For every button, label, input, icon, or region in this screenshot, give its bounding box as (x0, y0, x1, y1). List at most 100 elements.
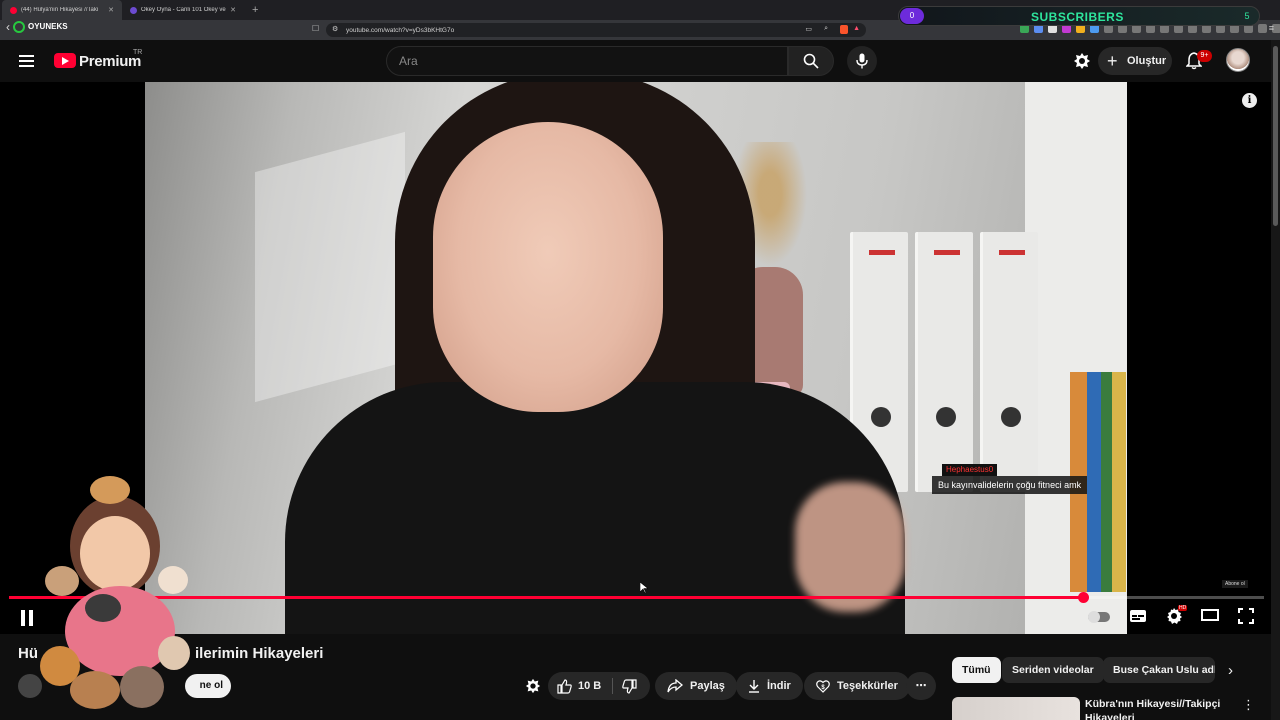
address-bar[interactable]: ⚙ youtube.com/watch?v=yDs3bKHtG7o ▭ ⌕ ▲ (326, 23, 866, 37)
binder (915, 232, 973, 492)
brave-shield-icon[interactable] (840, 25, 848, 34)
tab-close-icon[interactable]: ✕ (230, 6, 236, 14)
mascot-body (65, 586, 175, 676)
logo-mark-icon (13, 21, 25, 33)
chevron-right-icon[interactable]: › (1228, 662, 1233, 679)
like-count[interactable]: 10 B (578, 680, 601, 692)
channel-avatar[interactable] (18, 674, 42, 698)
video-title-end: ilerimin Hikayeleri (195, 645, 324, 662)
presenter-face (433, 122, 663, 412)
notification-count-badge: 9+ (1197, 50, 1212, 62)
recommendation-menu-icon[interactable]: ⋮ (1242, 697, 1255, 713)
dislike-icon[interactable] (622, 679, 637, 694)
autoplay-toggle[interactable] (1088, 611, 1110, 623)
logo-text: OYUNEKS (28, 22, 68, 31)
tab-close-icon[interactable]: ✕ (108, 6, 114, 14)
microphone-icon (856, 53, 868, 69)
video-player[interactable]: i Hephaestus0 Bu kayınvalidelerin çoğu f… (0, 82, 1271, 634)
chip-all[interactable]: Tümü (952, 657, 1001, 683)
video-title-start: Hü (18, 645, 38, 662)
youtube-premium-wordmark[interactable]: Premium (79, 53, 141, 70)
video-frame (145, 82, 1127, 634)
youtube-favicon-icon (10, 6, 17, 14)
like-dislike-group: 10 B (548, 672, 650, 700)
mini-subscribe-badge: Abone ol (1222, 580, 1248, 588)
cat-figure (158, 566, 188, 594)
create-label: Oluştur (1127, 55, 1167, 67)
bookmark-icon[interactable]: ☐ (312, 24, 319, 33)
okey-favicon-icon (130, 6, 137, 14)
youtube-logo-icon[interactable] (54, 53, 76, 68)
page-scrollbar[interactable] (1271, 40, 1280, 720)
subtitles-icon[interactable] (1129, 608, 1147, 624)
chat-message: Bu kayınvalidelerin çoğu fitneci amk (932, 476, 1088, 494)
create-button[interactable]: + Oluştur (1098, 47, 1172, 75)
share-button[interactable]: Paylaş (655, 672, 737, 700)
browser-menu-icon[interactable]: ≡ (1269, 23, 1274, 33)
cat-figure (120, 666, 164, 708)
cat-figure (85, 594, 121, 622)
mouse-cursor-icon (640, 582, 648, 594)
region-code: TR (133, 49, 143, 56)
cat-figure (90, 476, 130, 504)
download-label: İndir (767, 680, 791, 692)
download-icon (749, 680, 759, 693)
binder (980, 232, 1038, 492)
recommendation-title[interactable]: Kübra'nın Hikayesi//Takipçi Hikayeleri (1085, 697, 1225, 720)
chat-username: Hephaestus0 (942, 464, 998, 476)
mascot-face (80, 516, 150, 591)
hd-badge: HD (1178, 605, 1188, 611)
brave-rewards-icon[interactable]: ▲ (853, 25, 860, 32)
tab-label: Okey Oyna - Canlı 101 Okey ve Düz (141, 7, 226, 13)
pause-icon[interactable] (20, 610, 34, 626)
video-title: Hü ilerimin Hikayeleri (18, 645, 323, 662)
theater-mode-icon[interactable] (1201, 608, 1219, 622)
plus-icon: + (1107, 51, 1118, 71)
premium-badge-icon[interactable] (1073, 52, 1091, 70)
subscribe-button[interactable]: ne ol (185, 674, 231, 698)
wall-light-patch (255, 131, 405, 403)
thanks-button[interactable]: $ Teşekkürler (804, 672, 910, 700)
streamer-logo: ‹ OYUNEKS (6, 14, 86, 40)
extension-icon[interactable] (1258, 24, 1267, 33)
super-thanks-icon: $ (816, 680, 830, 693)
back-arrow-icon[interactable]: ‹ (6, 20, 10, 34)
subscriber-goal-bar: 0 SUBSCRIBERS 5 (898, 6, 1260, 26)
voice-search-button[interactable] (847, 46, 877, 76)
download-button[interactable]: İndir (736, 672, 803, 700)
chip-series[interactable]: Seriden videolar (1002, 657, 1104, 683)
install-app-icon[interactable]: ▭ (805, 25, 812, 33)
account-avatar[interactable] (1226, 48, 1250, 72)
like-icon[interactable] (557, 679, 572, 694)
cat-figure (45, 566, 79, 596)
share-icon (667, 679, 683, 693)
address-bar-url: youtube.com/watch?v=yDs3bKHtG7o (346, 26, 455, 34)
more-icon: ⋯ (915, 680, 927, 692)
browser-tab-okey[interactable]: Okey Oyna - Canlı 101 Okey ve Düz ✕ (122, 0, 244, 20)
subscriber-goal-end: 5 (1244, 11, 1250, 21)
youtube-header: Premium TR Ara + Oluştur 9+ (0, 40, 1280, 82)
like-divider (612, 678, 613, 694)
subscriber-goal-start: 0 (900, 8, 924, 24)
tab-label: (44) Hülya'nın Hikayesi //Taki (21, 7, 99, 13)
recommendation-thumbnail[interactable] (952, 697, 1080, 720)
progress-bar[interactable] (9, 592, 1264, 603)
info-icon[interactable]: i (1242, 93, 1257, 108)
thanks-label: Teşekkürler (837, 680, 898, 692)
stream-mascot (40, 476, 190, 710)
more-actions-button[interactable]: ⋯ (906, 672, 936, 700)
search-button[interactable] (788, 46, 834, 76)
new-tab-button[interactable]: + (244, 4, 266, 16)
search-icon (803, 53, 819, 69)
premium-badge-icon[interactable] (525, 678, 541, 694)
fullscreen-icon[interactable] (1238, 608, 1254, 624)
zoom-icon[interactable]: ⌕ (824, 25, 828, 33)
search-input[interactable]: Ara (386, 46, 788, 76)
guide-menu-icon[interactable] (19, 55, 34, 67)
site-info-icon[interactable]: ⚙ (332, 25, 338, 33)
cat-figure (70, 671, 120, 709)
chip-channel[interactable]: Buse Çakan Uslu adlı (1103, 657, 1215, 683)
scrollbar-thumb[interactable] (1273, 46, 1278, 226)
share-label: Paylaş (690, 680, 725, 692)
presenter-hand (795, 482, 905, 612)
